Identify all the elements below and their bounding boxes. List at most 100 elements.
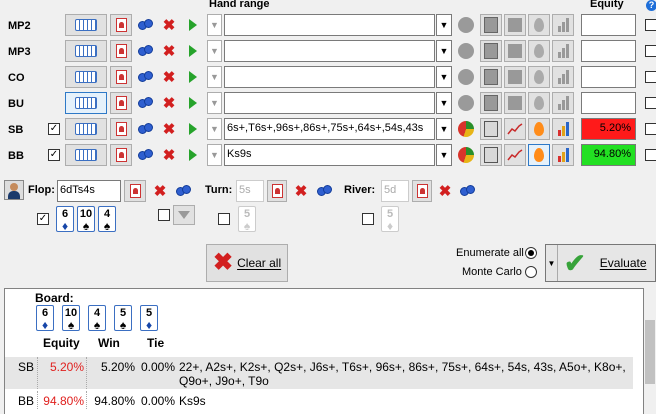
range-history-dropdown[interactable]: ▼ — [207, 118, 222, 140]
clear-range-button[interactable]: ✖ — [158, 118, 180, 140]
hand-range-input[interactable]: 6s+,T6s+,96s+,86s+,75s+,64s+,54s,43s — [224, 118, 435, 140]
calculator-button[interactable] — [480, 66, 502, 88]
calculator-button[interactable] — [480, 92, 502, 114]
river-card-picker-button[interactable] — [412, 180, 432, 202]
range-combo-dropdown[interactable]: ▼ — [436, 14, 452, 36]
player-option-checkbox[interactable] — [645, 45, 656, 57]
turn-random-button[interactable] — [313, 180, 337, 202]
evaluate-button[interactable]: ▼ ✔ Evaluate — [545, 244, 656, 282]
flame-button[interactable] — [528, 118, 550, 140]
stats-pie-button[interactable] — [456, 92, 476, 114]
range-combo-dropdown[interactable]: ▼ — [436, 66, 452, 88]
range-history-dropdown[interactable]: ▼ — [207, 40, 222, 62]
trend-button[interactable] — [504, 144, 526, 166]
flop-card[interactable]: 10 ♠ — [77, 206, 95, 232]
calculator-button[interactable] — [480, 40, 502, 62]
river-card[interactable]: 5 ♦ — [381, 206, 399, 232]
calculator-button[interactable] — [480, 118, 502, 140]
bar-chart-button[interactable] — [552, 14, 574, 36]
bar-chart-button[interactable] — [552, 40, 574, 62]
expand-range-button[interactable] — [181, 118, 205, 140]
range-history-dropdown[interactable]: ▼ — [207, 14, 222, 36]
flop-card[interactable]: 4 ♠ — [98, 206, 116, 232]
enumerate-all-radio[interactable] — [525, 247, 537, 259]
player-option-checkbox[interactable] — [645, 97, 656, 109]
flop-card[interactable]: 6 ♦ — [56, 206, 74, 232]
flame-button[interactable] — [528, 92, 550, 114]
flop-random-button[interactable] — [172, 180, 196, 202]
random-hand-button[interactable] — [134, 14, 158, 36]
clear-range-button[interactable]: ✖ — [158, 14, 180, 36]
clear-range-button[interactable]: ✖ — [158, 66, 180, 88]
trend-button[interactable] — [504, 40, 526, 62]
range-matrix-button[interactable] — [65, 40, 107, 62]
bar-chart-button[interactable] — [552, 144, 574, 166]
trend-button[interactable] — [504, 14, 526, 36]
random-hand-button[interactable] — [134, 118, 158, 140]
random-hand-button[interactable] — [134, 144, 158, 166]
results-scrollbar-thumb[interactable] — [645, 320, 655, 384]
stats-pie-button[interactable] — [456, 144, 476, 166]
turn-clear-button[interactable]: ✖ — [290, 180, 312, 202]
bar-chart-button[interactable] — [552, 66, 574, 88]
flame-button[interactable] — [528, 144, 550, 166]
expand-range-button[interactable] — [181, 92, 205, 114]
stats-pie-button[interactable] — [456, 118, 476, 140]
calculator-button[interactable] — [480, 14, 502, 36]
clear-range-button[interactable]: ✖ — [158, 144, 180, 166]
player-enable-checkbox[interactable]: ✓ — [48, 123, 60, 135]
stats-pie-button[interactable] — [456, 14, 476, 36]
trend-button[interactable] — [504, 118, 526, 140]
evaluate-dropdown-icon[interactable]: ▼ — [546, 245, 558, 281]
stats-pie-button[interactable] — [456, 66, 476, 88]
bar-chart-button[interactable] — [552, 92, 574, 114]
turn-card-picker-button[interactable] — [267, 180, 287, 202]
range-combo-dropdown[interactable]: ▼ — [436, 144, 452, 166]
turn-input[interactable]: 5s — [236, 180, 264, 202]
player-enable-checkbox[interactable]: ✓ — [48, 149, 60, 161]
range-combo-dropdown[interactable]: ▼ — [436, 92, 452, 114]
turn-card[interactable]: 5 ♠ — [238, 206, 256, 232]
river-input[interactable]: 5d — [381, 180, 409, 202]
card-picker-button[interactable] — [110, 92, 132, 114]
expand-range-button[interactable] — [181, 40, 205, 62]
trend-button[interactable] — [504, 92, 526, 114]
bar-chart-button[interactable] — [552, 118, 574, 140]
flop-filter-checkbox[interactable] — [158, 209, 170, 221]
range-history-dropdown[interactable]: ▼ — [207, 92, 222, 114]
clear-all-button[interactable]: ✖ Clear all — [206, 244, 288, 282]
hand-range-input[interactable] — [224, 14, 435, 36]
player-icon[interactable] — [4, 180, 24, 200]
range-combo-dropdown[interactable]: ▼ — [436, 40, 452, 62]
player-option-checkbox[interactable] — [645, 123, 656, 135]
river-enable-checkbox[interactable] — [362, 213, 374, 225]
range-history-dropdown[interactable]: ▼ — [207, 144, 222, 166]
turn-enable-checkbox[interactable] — [218, 213, 230, 225]
filter-button[interactable] — [173, 205, 195, 225]
range-combo-dropdown[interactable]: ▼ — [436, 118, 452, 140]
flop-clear-button[interactable]: ✖ — [149, 180, 171, 202]
range-matrix-button[interactable] — [65, 118, 107, 140]
flop-card-picker-button[interactable] — [124, 180, 146, 202]
range-matrix-button[interactable] — [65, 92, 107, 114]
flop-enable-checkbox[interactable]: ✓ — [37, 213, 49, 225]
trend-button[interactable] — [504, 66, 526, 88]
range-matrix-button[interactable] — [65, 14, 107, 36]
range-matrix-button[interactable] — [65, 144, 107, 166]
player-option-checkbox[interactable] — [645, 19, 656, 31]
player-option-checkbox[interactable] — [645, 71, 656, 83]
card-picker-button[interactable] — [110, 144, 132, 166]
monte-carlo-radio[interactable] — [525, 266, 537, 278]
clear-range-button[interactable]: ✖ — [158, 92, 180, 114]
calculator-button[interactable] — [480, 144, 502, 166]
clear-range-button[interactable]: ✖ — [158, 40, 180, 62]
card-picker-button[interactable] — [110, 66, 132, 88]
card-picker-button[interactable] — [110, 40, 132, 62]
flop-input[interactable]: 6dTs4s — [57, 180, 121, 202]
hand-range-input[interactable] — [224, 40, 435, 62]
hand-range-input[interactable] — [224, 92, 435, 114]
flame-button[interactable] — [528, 66, 550, 88]
river-random-button[interactable] — [456, 180, 480, 202]
hand-range-input[interactable]: Ks9s — [224, 144, 435, 166]
card-picker-button[interactable] — [110, 14, 132, 36]
